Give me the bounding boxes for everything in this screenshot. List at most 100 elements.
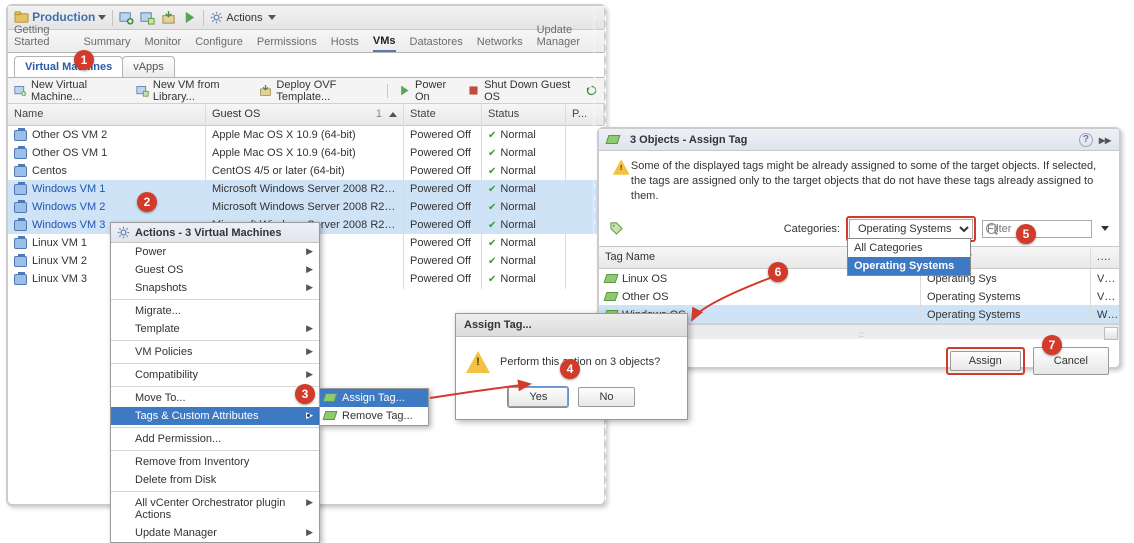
yes-button[interactable]: Yes: [508, 387, 568, 407]
confirm-title: Assign Tag...: [456, 314, 687, 337]
vm-icon: [14, 220, 27, 231]
tab-hosts[interactable]: Hosts: [331, 32, 359, 52]
menu-item-guest-os[interactable]: Guest OS: [111, 261, 319, 279]
context-submenu: Assign Tag...Remove Tag...: [319, 388, 429, 426]
separator: [111, 340, 319, 341]
shutdown-link[interactable]: Shut Down Guest OS: [467, 79, 575, 103]
tab-monitor[interactable]: Monitor: [145, 32, 182, 52]
main-tabs: Getting StartedSummaryMonitorConfigurePe…: [8, 30, 604, 53]
power-on-icon: [398, 83, 411, 98]
table-row[interactable]: Other OS VM 2Apple Mac OS X 10.9 (64-bit…: [8, 126, 604, 144]
category-select[interactable]: Operating Systems: [849, 219, 973, 239]
callout-2: 2: [137, 192, 157, 212]
deploy-ovf-icon[interactable]: [161, 10, 176, 25]
separator: [111, 299, 319, 300]
table-row[interactable]: CentosCentOS 4/5 or later (64-bit)Powere…: [8, 162, 604, 180]
tab-permissions[interactable]: Permissions: [257, 32, 317, 52]
tab-vms[interactable]: VMs: [373, 31, 396, 52]
callout-6: 6: [768, 262, 788, 282]
category-option[interactable]: Operating Systems: [848, 257, 970, 275]
new-vm-lib-icon[interactable]: [140, 10, 155, 25]
menu-item-snapshots[interactable]: Snapshots: [111, 279, 319, 297]
divider: [387, 84, 388, 98]
menu-item-power[interactable]: Power: [111, 243, 319, 261]
callout-3: 3: [295, 384, 315, 404]
chevron-down-icon[interactable]: [1101, 226, 1109, 231]
chevron-down-icon: [268, 15, 276, 20]
subtab-vapps[interactable]: vApps: [122, 56, 175, 77]
vm-icon: [14, 274, 27, 285]
new-vm-lib-link[interactable]: New VM from Library...: [136, 79, 250, 103]
menu-item-vm-policies[interactable]: VM Policies: [111, 343, 319, 361]
vm-icon: [14, 184, 27, 195]
sort-asc-icon: [389, 112, 397, 117]
chevron-down-icon: [98, 15, 106, 20]
power-on-btn-icon[interactable]: [182, 10, 197, 25]
table-row[interactable]: Windows VM 2Microsoft Windows Server 200…: [8, 198, 604, 216]
col-desc[interactable]: ...ction: [1091, 247, 1119, 268]
help-icon[interactable]: ?: [1079, 133, 1093, 147]
filter-input[interactable]: [982, 220, 1092, 238]
categories-label: Categories:: [784, 223, 840, 235]
menu-item-compatibility[interactable]: Compatibility: [111, 366, 319, 384]
new-tag-icon[interactable]: [609, 221, 624, 236]
assign-button[interactable]: Assign: [950, 351, 1021, 371]
col-name[interactable]: Name: [8, 104, 206, 125]
menu-item-delete-from-disk[interactable]: Delete from Disk: [111, 471, 319, 489]
category-dropdown: All CategoriesOperating Systems: [847, 238, 971, 276]
menu-item-all-vcenter-orchestrator-plugin-actions[interactable]: All vCenter Orchestrator plugin Actions: [111, 494, 319, 524]
actions-menu[interactable]: Actions: [210, 11, 276, 24]
menu-item-add-permission-[interactable]: Add Permission...: [111, 430, 319, 448]
dialog-title: 3 Objects - Assign Tag: [630, 134, 747, 146]
tab-networks[interactable]: Networks: [477, 32, 523, 52]
menu-item-template[interactable]: Template: [111, 320, 319, 338]
tab-configure[interactable]: Configure: [195, 32, 243, 52]
tag-row[interactable]: Other OSOperating SystemsVMs with an OS …: [599, 287, 1119, 305]
power-on-link[interactable]: Power On: [398, 79, 457, 103]
menu-item-update-manager[interactable]: Update Manager: [111, 524, 319, 542]
divider: [203, 10, 204, 26]
new-vm-icon: [14, 83, 27, 98]
tag-icon: [323, 411, 338, 420]
restart-icon[interactable]: [585, 83, 598, 98]
no-button[interactable]: No: [578, 387, 634, 407]
submenu-item-remove-tag-[interactable]: Remove Tag...: [320, 407, 428, 425]
tab-datastores[interactable]: Datastores: [410, 32, 463, 52]
deploy-ovf-link[interactable]: Deploy OVF Template...: [259, 79, 377, 103]
category-option[interactable]: All Categories: [848, 239, 970, 257]
separator: [111, 491, 319, 492]
separator: [111, 450, 319, 451]
tag-icon: [604, 292, 619, 301]
col-state[interactable]: State: [404, 104, 482, 125]
menu-item-tags-custom-attributes[interactable]: Tags & Custom Attributes: [111, 407, 319, 425]
context-menu-title: Actions - 3 Virtual Machines: [135, 227, 282, 239]
col-last[interactable]: P...: [566, 104, 604, 125]
menu-item-remove-from-inventory[interactable]: Remove from Inventory: [111, 453, 319, 471]
tab-getting-started[interactable]: Getting Started: [14, 20, 69, 52]
col-status[interactable]: Status: [482, 104, 566, 125]
vm-table-header: Name Guest OS1 State Status P...: [8, 104, 604, 126]
warning-icon: [613, 159, 621, 174]
context-menu-header: Actions - 3 Virtual Machines: [111, 223, 319, 243]
table-row[interactable]: Other OS VM 1Apple Mac OS X 10.9 (64-bit…: [8, 144, 604, 162]
subtab-virtual-machines[interactable]: Virtual Machines: [14, 56, 123, 77]
table-row[interactable]: Windows VM 1Microsoft Windows Server 200…: [8, 180, 604, 198]
vm-icon: [14, 238, 27, 249]
menu-item-migrate-[interactable]: Migrate...: [111, 302, 319, 320]
vm-toolbar: New Virtual Machine... New VM from Libra…: [8, 78, 604, 104]
menu-item-move-to-[interactable]: Move To...: [111, 389, 319, 407]
submenu-item-assign-tag-[interactable]: Assign Tag...: [320, 389, 428, 407]
callout-4: 4: [560, 359, 580, 379]
col-guestos[interactable]: Guest OS1: [206, 104, 404, 125]
vm-icon: [14, 166, 27, 177]
pin-icon[interactable]: ▸▸: [1099, 133, 1111, 147]
confirm-text: Perform this action on 3 objects?: [500, 356, 660, 368]
new-vm-icon[interactable]: [119, 10, 134, 25]
category-select-wrap: Operating Systems All CategoriesOperatin…: [846, 216, 976, 242]
tag-icon: [606, 135, 621, 144]
tab-summary[interactable]: Summary: [83, 32, 130, 52]
new-vm-link[interactable]: New Virtual Machine...: [14, 79, 126, 103]
divider: [112, 10, 113, 26]
tag-icon: [323, 393, 338, 402]
tab-update-manager[interactable]: Update Manager: [537, 20, 598, 52]
